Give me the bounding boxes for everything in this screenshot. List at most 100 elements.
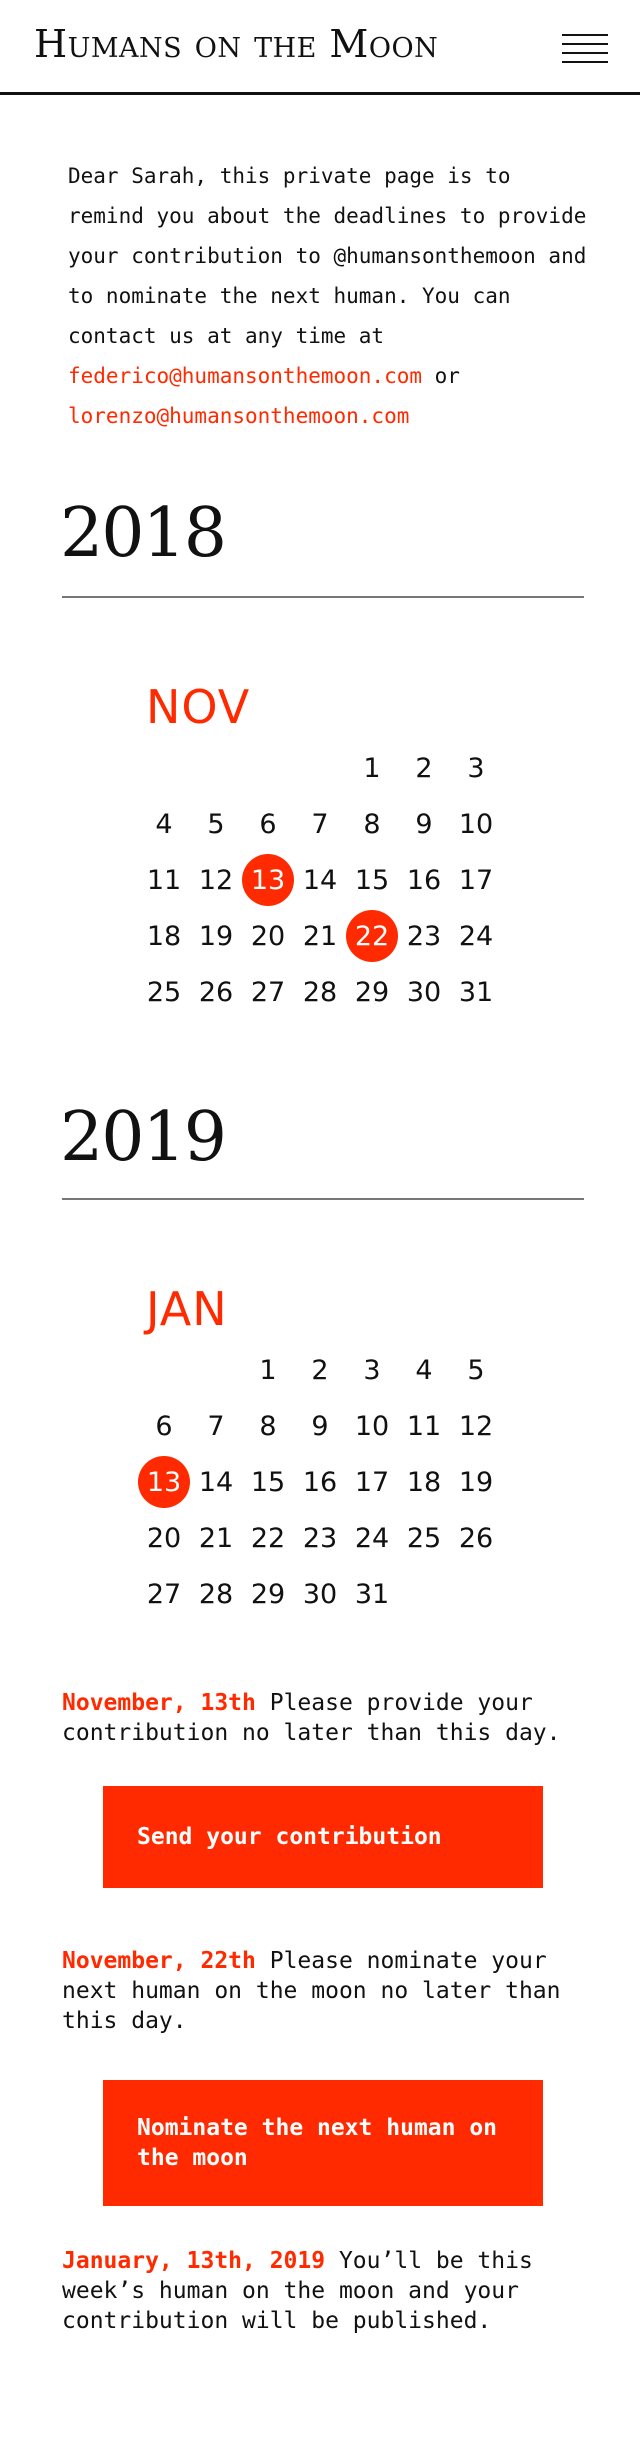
calendar-day-number: 1 xyxy=(259,1354,277,1386)
calendar-day-highlighted: 13 xyxy=(138,1454,190,1510)
calendar-day-number: 16 xyxy=(406,864,442,896)
calendar-day-number: 31 xyxy=(458,976,494,1008)
calendar-day-number: 25 xyxy=(406,1522,442,1554)
calendar-day: 23 xyxy=(294,1510,346,1566)
calendar-day: 22 xyxy=(242,1510,294,1566)
calendar-day-number: 29 xyxy=(354,976,390,1008)
year-heading-2019: 2019 xyxy=(60,1098,227,1177)
calendar-day-number: 4 xyxy=(155,808,173,840)
calendar-day: 18 xyxy=(398,1454,450,1510)
calendar-day-number: 4 xyxy=(415,1354,433,1386)
calendar-day-number: 30 xyxy=(406,976,442,1008)
calendar-day: 12 xyxy=(190,852,242,908)
calendar-day-number: 19 xyxy=(458,1466,494,1498)
deadline-nomination: November, 22th Please nominate your next… xyxy=(62,1946,582,2036)
calendar-day: 14 xyxy=(294,852,346,908)
deadline-date: November, 22th xyxy=(62,1948,256,1974)
calendar-day-number: 15 xyxy=(354,864,390,896)
calendar-day: 7 xyxy=(294,796,346,852)
calendar-day-number: 10 xyxy=(354,1410,390,1442)
calendar-day-number: 16 xyxy=(302,1466,338,1498)
deadline-date: November, 13th xyxy=(62,1690,256,1716)
calendar-day-number: 25 xyxy=(146,976,182,1008)
nominate-label: Nominate the next human on the moon xyxy=(137,2115,498,2171)
calendar-blank xyxy=(190,1342,242,1398)
calendar-day: 29 xyxy=(242,1566,294,1622)
calendar-day-number: 30 xyxy=(302,1578,338,1610)
calendar-day-number: 26 xyxy=(458,1522,494,1554)
site-title[interactable]: Humans on the Moon xyxy=(34,22,438,66)
calendar-day-number: 3 xyxy=(363,1354,381,1386)
calendar-day: 31 xyxy=(346,1566,398,1622)
calendar-day: 6 xyxy=(242,796,294,852)
month-heading-jan: JAN xyxy=(146,1282,228,1336)
calendar-day-number: 5 xyxy=(467,1354,485,1386)
calendar-day: 27 xyxy=(138,1566,190,1622)
calendar-day-number: 28 xyxy=(302,976,338,1008)
calendar-day: 23 xyxy=(398,908,450,964)
calendar-day: 15 xyxy=(242,1454,294,1510)
calendar-day-number: 14 xyxy=(198,1466,234,1498)
calendar-day-number: 7 xyxy=(207,1410,225,1442)
calendar-day: 16 xyxy=(398,852,450,908)
calendar-day-highlighted: 13 xyxy=(242,852,294,908)
calendar-day-number: 6 xyxy=(259,808,277,840)
intro-text: Dear Sarah, this private page is to remi… xyxy=(68,164,587,348)
email-link-federico[interactable]: federico@humansonthemoon.com xyxy=(68,364,422,388)
calendar-day-number: 8 xyxy=(259,1410,277,1442)
calendar-day-highlighted: 22 xyxy=(346,908,398,964)
send-contribution-label: Send your contribution xyxy=(137,1824,442,1850)
menu-button[interactable] xyxy=(562,32,608,64)
calendar-day: 20 xyxy=(242,908,294,964)
deadline-contribution: November, 13th Please provide your contr… xyxy=(62,1688,582,1748)
calendar-day-number: 10 xyxy=(458,808,494,840)
year-heading-2018: 2018 xyxy=(60,494,227,573)
calendar-day-number: 23 xyxy=(406,920,442,952)
calendar-day: 27 xyxy=(242,964,294,1020)
calendar-day: 16 xyxy=(294,1454,346,1510)
calendar-day-number: 5 xyxy=(207,808,225,840)
calendar-day-number: 19 xyxy=(198,920,234,952)
calendar-day: 28 xyxy=(294,964,346,1020)
calendar-day: 11 xyxy=(138,852,190,908)
calendar-day-number: 12 xyxy=(458,1410,494,1442)
calendar-day-number: 9 xyxy=(311,1410,329,1442)
calendar-nov-2018: 1 2 3 4 5 6 7 8 9 10 11 12 13 14 15 16 17 18 19 20 21 22 23 24 2… xyxy=(138,740,502,1020)
calendar-day-number: 22 xyxy=(346,910,398,962)
calendar-day-number: 6 xyxy=(155,1410,173,1442)
calendar-day: 8 xyxy=(346,796,398,852)
calendar-day: 29 xyxy=(346,964,398,1020)
calendar-day: 2 xyxy=(398,740,450,796)
calendar-day: 6 xyxy=(138,1398,190,1454)
calendar-day-number: 27 xyxy=(146,1578,182,1610)
calendar-day: 2 xyxy=(294,1342,346,1398)
intro-message: Dear Sarah, this private page is to remi… xyxy=(68,156,588,436)
calendar-day: 15 xyxy=(346,852,398,908)
calendar-day-number: 13 xyxy=(138,1456,190,1508)
calendar-day: 31 xyxy=(450,964,502,1020)
calendar-day: 11 xyxy=(398,1398,450,1454)
calendar-day: 21 xyxy=(190,1510,242,1566)
calendar-day-number: 18 xyxy=(406,1466,442,1498)
calendar-day-number: 9 xyxy=(415,808,433,840)
intro-text-or: or xyxy=(422,364,460,388)
calendar-day: 30 xyxy=(398,964,450,1020)
calendar-day: 1 xyxy=(346,740,398,796)
calendar-day: 14 xyxy=(190,1454,242,1510)
month-heading-nov: NOV xyxy=(146,680,251,734)
calendar-day: 9 xyxy=(294,1398,346,1454)
nominate-next-human-button[interactable]: Nominate the next human on the moon xyxy=(103,2080,543,2206)
calendar-day-number: 15 xyxy=(250,1466,286,1498)
email-link-lorenzo[interactable]: lorenzo@humansonthemoon.com xyxy=(68,404,409,428)
calendar-day: 1 xyxy=(242,1342,294,1398)
send-contribution-button[interactable]: Send your contribution xyxy=(103,1786,543,1888)
calendar-day: 5 xyxy=(450,1342,502,1398)
calendar-blank xyxy=(190,740,242,796)
calendar-day-number: 18 xyxy=(146,920,182,952)
calendar-day: 17 xyxy=(346,1454,398,1510)
calendar-day-number: 21 xyxy=(302,920,338,952)
calendar-blank xyxy=(138,740,190,796)
calendar-day-number: 20 xyxy=(146,1522,182,1554)
calendar-day-number: 3 xyxy=(467,752,485,784)
calendar-day: 8 xyxy=(242,1398,294,1454)
